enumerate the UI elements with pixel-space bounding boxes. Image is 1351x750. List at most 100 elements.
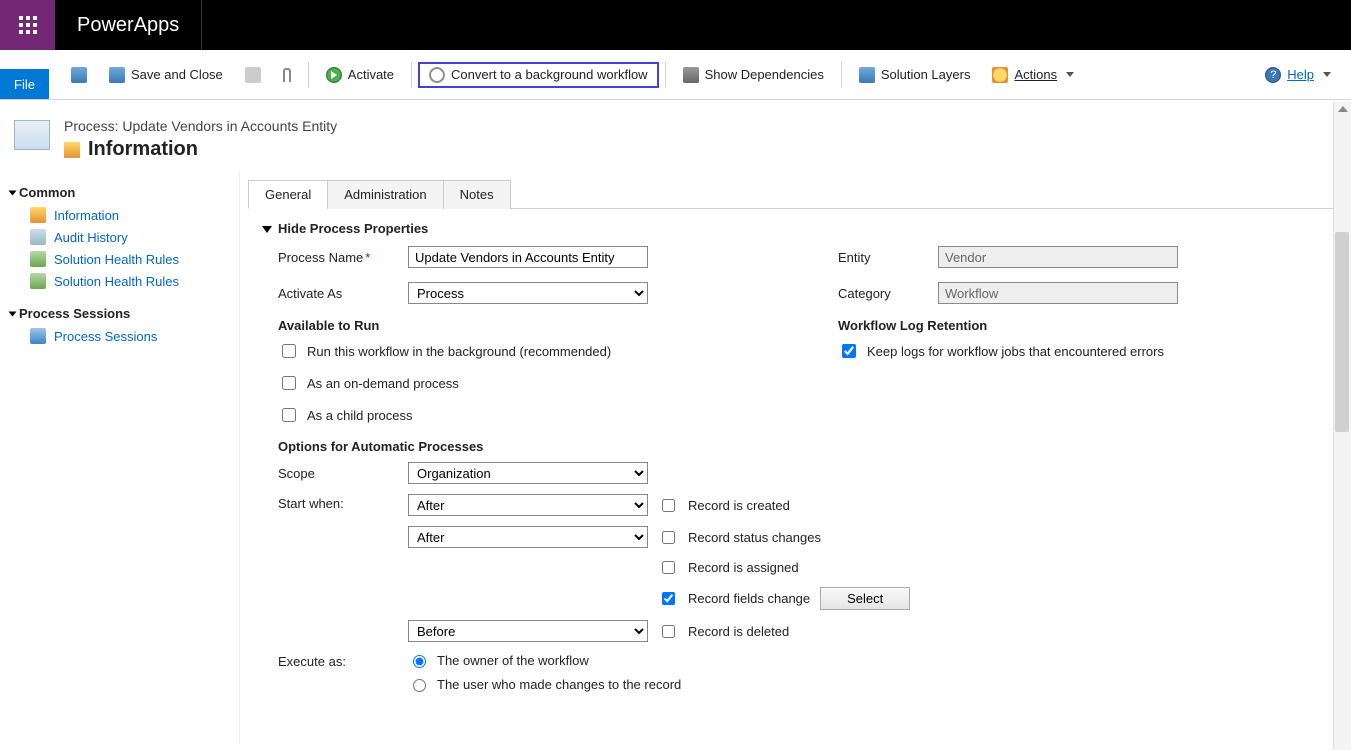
on-demand-label: As an on-demand process [307,376,459,391]
category-label: Category [838,286,928,301]
show-dependencies-button[interactable]: Show Dependencies [672,62,835,88]
information-icon [64,142,80,158]
hide-process-properties-toggle[interactable]: Hide Process Properties [248,217,1333,246]
paperclip-icon [283,68,291,82]
run-background-label: Run this workflow in the background (rec… [307,344,611,359]
app-launcher[interactable] [0,0,55,50]
convert-label: Convert to a background workflow [451,67,648,82]
health-icon [30,273,46,289]
tab-administration[interactable]: Administration [327,180,443,209]
dependencies-icon [683,67,699,83]
breadcrumb: Process: Update Vendors in Accounts Enti… [64,118,337,134]
save-button[interactable] [60,62,98,88]
activate-icon [326,67,342,83]
scroll-up-icon [1338,106,1348,112]
start-when-select-1[interactable]: After [408,494,648,516]
sidebar-item-solution-health-1[interactable]: Solution Health Rules [10,248,239,270]
activate-button[interactable]: Activate [315,62,405,88]
activate-label: Activate [348,67,394,82]
sidebar-group-common[interactable]: Common [10,181,239,204]
print-button[interactable] [234,62,272,88]
attachment-button[interactable] [272,63,302,87]
main-content: General Administration Notes Hide Proces… [240,171,1351,744]
help-icon: ? [1265,67,1281,83]
execute-owner-radio[interactable] [413,655,426,668]
page-header: Process: Update Vendors in Accounts Enti… [0,100,1351,171]
process-name-input[interactable] [408,246,648,268]
scrollbar[interactable] [1333,102,1351,750]
on-demand-checkbox[interactable] [282,376,296,390]
sidebar-item-label: Solution Health Rules [54,252,179,267]
execute-as-label: Execute as: [278,652,398,669]
child-process-label: As a child process [307,408,413,423]
command-bar: File Save and Close Activate Convert to … [0,50,1351,100]
child-process-checkbox[interactable] [282,408,296,422]
information-icon [30,207,46,223]
actions-menu[interactable]: Actions [981,62,1085,88]
select-fields-button[interactable]: Select [820,587,910,610]
tabs: General Administration Notes [248,179,1333,209]
execute-owner-label: The owner of the workflow [437,653,589,668]
keep-logs-checkbox[interactable] [842,344,856,358]
layers-label: Solution Layers [881,67,971,82]
waffle-icon [19,16,37,34]
start-when-select-3[interactable]: Before [408,620,648,642]
execute-user-label: The user who made changes to the record [437,677,681,692]
record-status-checkbox[interactable] [662,531,675,544]
process-icon [14,120,50,150]
save-close-icon [109,67,125,83]
available-to-run-title: Available to Run [248,304,778,341]
record-assigned-label: Record is assigned [688,560,799,575]
page-title: Information [88,138,198,161]
help-link[interactable]: Help [1287,67,1314,82]
activate-as-label: Activate As [278,286,398,301]
scope-select[interactable]: Organization [408,462,648,484]
layers-icon [859,67,875,83]
log-retention-title: Workflow Log Retention [838,304,1164,341]
record-deleted-checkbox[interactable] [662,625,675,638]
tab-general[interactable]: General [248,180,328,209]
activate-as-select[interactable]: Process [408,282,648,304]
record-created-label: Record is created [688,498,790,513]
sidebar-item-solution-health-2[interactable]: Solution Health Rules [10,270,239,292]
tab-notes[interactable]: Notes [443,180,511,209]
sidebar-item-information[interactable]: Information [10,204,239,226]
run-background-checkbox[interactable] [282,344,296,358]
sidebar: Common Information Audit History Solutio… [0,171,240,744]
start-when-select-2[interactable]: After [408,526,648,548]
save-icon [71,67,87,83]
record-created-checkbox[interactable] [662,499,675,512]
record-assigned-checkbox[interactable] [662,561,675,574]
triangle-down-icon [262,226,272,233]
process-name-label: Process Name* [278,250,398,265]
audit-icon [30,229,46,245]
solution-layers-button[interactable]: Solution Layers [848,62,982,88]
record-fields-label: Record fields change [688,591,810,606]
convert-icon [429,67,445,83]
chevron-down-icon [1066,72,1074,77]
print-icon [245,67,261,83]
sessions-icon [30,328,46,344]
record-fields-checkbox[interactable] [662,592,675,605]
convert-button[interactable]: Convert to a background workflow [418,62,659,88]
app-title: PowerApps [55,0,202,50]
sidebar-group-process-sessions[interactable]: Process Sessions [10,302,239,325]
record-deleted-label: Record is deleted [688,624,789,639]
actions-icon [992,67,1008,83]
health-icon [30,251,46,267]
file-tab[interactable]: File [0,69,49,99]
sidebar-item-process-sessions[interactable]: Process Sessions [10,325,239,347]
save-and-close-button[interactable]: Save and Close [98,62,234,88]
record-status-label: Record status changes [688,530,821,545]
dependencies-label: Show Dependencies [705,67,824,82]
auto-processes-title: Options for Automatic Processes [248,425,1333,462]
entity-label: Entity [838,250,928,265]
scroll-thumb[interactable] [1335,232,1349,432]
execute-user-radio[interactable] [413,679,426,692]
sidebar-item-audit-history[interactable]: Audit History [10,226,239,248]
actions-label: Actions [1014,67,1057,82]
title-bar: PowerApps [0,0,1351,50]
sidebar-item-label: Information [54,208,119,223]
sidebar-item-label: Process Sessions [54,329,157,344]
start-when-label: Start when: [278,494,398,511]
